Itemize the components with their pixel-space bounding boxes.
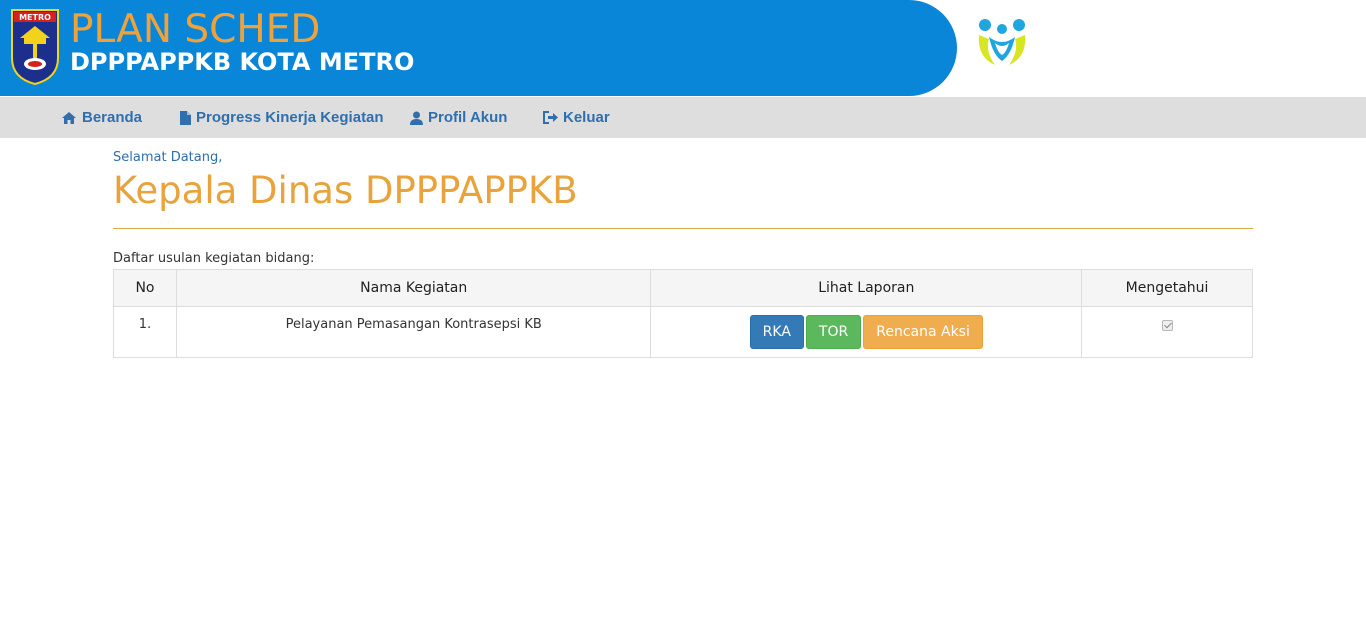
nav-progress-label: Progress Kinerja Kegiatan (196, 109, 384, 126)
home-icon (62, 111, 76, 124)
header-lihat-laporan: Lihat Laporan (650, 269, 1083, 307)
welcome-section: Selamat Datang, Kepala Dinas DPPPAPPKB (113, 150, 1253, 213)
sign-out-icon (543, 111, 558, 124)
mengetahui-checkbox[interactable] (1161, 320, 1173, 331)
header-mengetahui: Mengetahui (1081, 269, 1253, 307)
tor-button[interactable]: TOR (805, 315, 862, 349)
file-icon (180, 110, 191, 125)
nav-profil-label: Profil Akun (428, 109, 508, 126)
rka-button[interactable]: RKA (749, 315, 804, 349)
rencana-aksi-button[interactable]: Rencana Aksi (863, 315, 983, 349)
site-header: METRO PLAN SCHED DPPPAPPKB KOTA METRO (0, 0, 1366, 97)
main-navbar: Beranda Progress Kinerja Kegiatan Profil… (0, 97, 1366, 138)
table-row: 1. Pelayanan Pemasangan Kontrasepsi KB R… (113, 306, 1253, 358)
nav-keluar-label: Keluar (563, 109, 610, 126)
row-mengetahui (1081, 306, 1253, 358)
header-nama-kegiatan: Nama Kegiatan (175, 269, 652, 307)
list-caption: Daftar usulan kegiatan bidang: (113, 251, 315, 266)
row-lihat-laporan: RKA TOR Rencana Aksi (650, 306, 1083, 358)
nav-profil-akun[interactable]: Profil Akun (410, 97, 507, 138)
header-no: No (113, 269, 177, 307)
row-no: 1. (113, 306, 177, 358)
nav-beranda[interactable]: Beranda (61, 97, 142, 138)
table-header-row: No Nama Kegiatan Lihat Laporan Mengetahu… (113, 269, 1253, 307)
app-title: PLAN SCHED (70, 7, 321, 52)
user-name-heading: Kepala Dinas DPPPAPPKB (113, 169, 578, 212)
kegiatan-table: No Nama Kegiatan Lihat Laporan Mengetahu… (113, 269, 1253, 358)
bkkbn-logo (978, 19, 1026, 65)
nav-beranda-label: Beranda (82, 109, 143, 126)
emblem-text: METRO (19, 13, 51, 22)
nav-progress-kinerja[interactable]: Progress Kinerja Kegiatan (180, 97, 384, 138)
metro-emblem-logo: METRO (11, 9, 59, 86)
nav-keluar[interactable]: Keluar (543, 97, 610, 138)
app-subtitle: DPPPAPPKB KOTA METRO (70, 48, 415, 76)
user-icon (410, 111, 423, 125)
row-nama-kegiatan: Pelayanan Pemasangan Kontrasepsi KB (175, 306, 652, 358)
welcome-text: Selamat Datang, (113, 150, 223, 165)
section-divider (113, 228, 1253, 229)
